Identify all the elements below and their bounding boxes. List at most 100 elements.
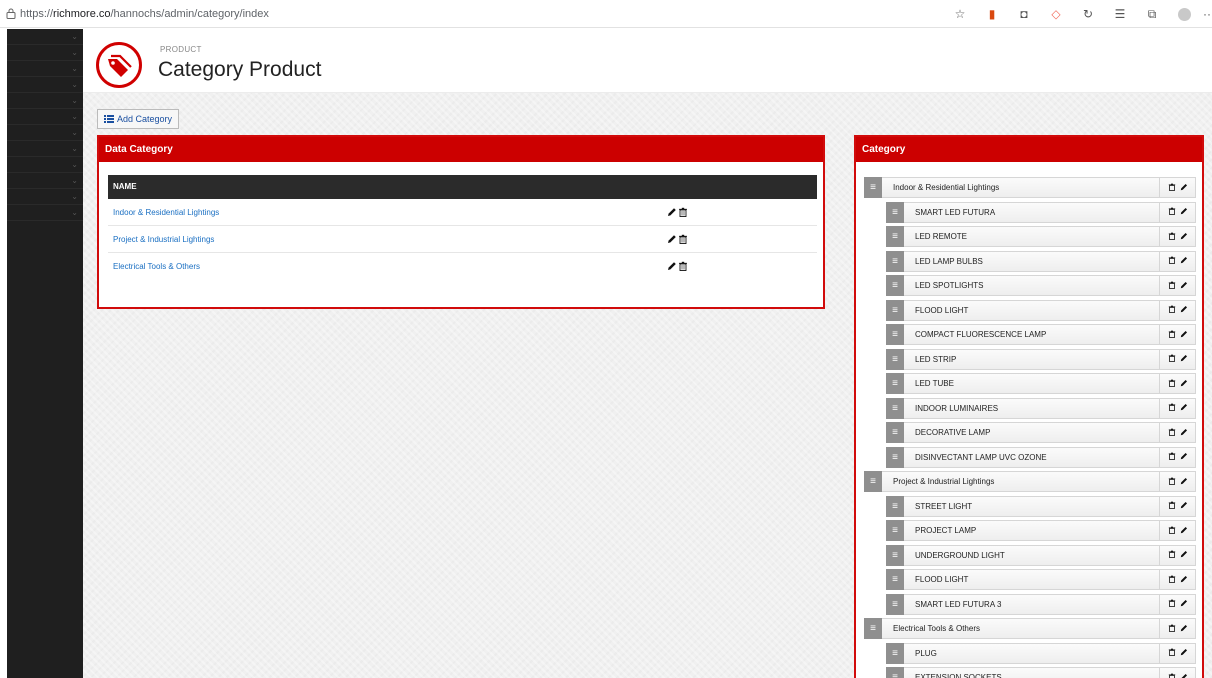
edit-icon[interactable] [1180,477,1188,487]
drag-handle-icon[interactable]: ≡ [886,226,904,247]
trash-icon[interactable] [678,261,688,271]
edit-icon[interactable] [1180,550,1188,560]
drag-handle-icon[interactable]: ≡ [864,177,882,198]
edit-icon[interactable] [667,234,677,244]
drag-handle-icon[interactable]: ≡ [864,618,882,639]
sidebar-item[interactable]: ⌄ [7,93,83,109]
drag-handle-icon[interactable]: ≡ [886,201,904,223]
trash-icon[interactable] [1168,648,1176,658]
edit-icon[interactable] [1180,673,1188,678]
tree-child-node[interactable]: ≡ FLOOD LIGHT [886,299,1196,321]
trash-icon[interactable] [1168,305,1176,315]
sidebar-item[interactable]: ⌄ [7,173,83,189]
sidebar-item[interactable]: ⌄ [7,189,83,205]
tree-child-node[interactable]: ≡ LED LAMP BULBS [886,250,1196,272]
drag-handle-icon[interactable]: ≡ [886,324,904,345]
trash-icon[interactable] [1168,624,1176,634]
sidebar-item[interactable]: ⌄ [7,157,83,173]
trash-icon[interactable] [1168,599,1176,609]
category-link[interactable]: Indoor & Residential Lightings [113,199,219,226]
edit-icon[interactable] [1180,648,1188,658]
trash-icon[interactable] [1168,550,1176,560]
drag-handle-icon[interactable]: ≡ [886,373,904,394]
tree-child-node[interactable]: ≡ SMART LED FUTURA [886,201,1196,223]
trash-icon[interactable] [1168,526,1176,536]
sidebar-item[interactable]: ⌄ [7,125,83,141]
trash-icon[interactable] [1168,232,1176,242]
drag-handle-icon[interactable]: ≡ [886,569,904,590]
drag-handle-icon[interactable]: ≡ [886,520,904,541]
trash-icon[interactable] [1168,501,1176,511]
more-menu-icon[interactable]: ·· [1202,4,1212,24]
profile-avatar-icon[interactable] [1174,4,1194,24]
tree-parent-node[interactable]: ≡ Project & Industrial Lightings [864,471,1196,492]
edit-icon[interactable] [1180,403,1188,413]
tree-child-node[interactable]: ≡ EXTENSION SOCKETS [886,667,1196,678]
category-link[interactable]: Project & Industrial Lightings [113,226,214,253]
trash-icon[interactable] [1168,281,1176,291]
edit-icon[interactable] [1180,575,1188,585]
drag-handle-icon[interactable]: ≡ [886,250,904,272]
drag-handle-icon[interactable]: ≡ [886,422,904,443]
trash-icon[interactable] [1168,428,1176,438]
drag-handle-icon[interactable]: ≡ [886,275,904,296]
trash-icon[interactable] [1168,575,1176,585]
collections-icon[interactable]: ⧉ [1142,4,1162,24]
tree-child-node[interactable]: ≡ INDOOR LUMINAIRES [886,397,1196,419]
tree-child-node[interactable]: ≡ PLUG [886,642,1196,664]
url-field[interactable]: https://richmore.co/hannochs/admin/categ… [20,8,269,20]
tree-child-node[interactable]: ≡ SMART LED FUTURA 3 [886,593,1196,615]
tree-child-node[interactable]: ≡ COMPACT FLUORESCENCE LAMP [886,324,1196,345]
edit-icon[interactable] [1180,256,1188,266]
trash-icon[interactable] [1168,379,1176,389]
tree-child-node[interactable]: ≡ LED TUBE [886,373,1196,394]
edit-icon[interactable] [1180,232,1188,242]
trash-icon[interactable] [1168,354,1176,364]
tree-child-node[interactable]: ≡ LED REMOTE [886,226,1196,247]
drag-handle-icon[interactable]: ≡ [886,544,904,566]
extension-icon[interactable]: ▮ [982,4,1002,24]
trash-icon[interactable] [1168,673,1176,678]
drag-handle-icon[interactable]: ≡ [886,299,904,321]
drag-handle-icon[interactable]: ≡ [886,397,904,419]
trash-icon[interactable] [1168,477,1176,487]
edit-icon[interactable] [1180,599,1188,609]
trash-icon[interactable] [1168,256,1176,266]
trash-icon[interactable] [678,207,688,217]
category-link[interactable]: Electrical Tools & Others [113,253,200,280]
edit-icon[interactable] [1180,379,1188,389]
extension-square-icon[interactable]: ◘ [1014,4,1034,24]
edit-icon[interactable] [1180,305,1188,315]
drag-handle-icon[interactable]: ≡ [864,471,882,492]
tree-child-node[interactable]: ≡ LED STRIP [886,348,1196,370]
drag-handle-icon[interactable]: ≡ [886,642,904,664]
tree-child-node[interactable]: ≡ FLOOD LIGHT [886,569,1196,590]
edit-icon[interactable] [1180,207,1188,217]
sidebar-item[interactable]: ⌄ [7,109,83,125]
tree-child-node[interactable]: ≡ PROJECT LAMP [886,520,1196,541]
sidebar-item[interactable]: ⌄ [7,141,83,157]
edit-icon[interactable] [1180,526,1188,536]
tree-child-node[interactable]: ≡ UNDERGROUND LIGHT [886,544,1196,566]
edit-icon[interactable] [1180,183,1188,193]
sidebar-item[interactable]: ⌄ [7,61,83,77]
refresh-extension-icon[interactable]: ↻ [1078,4,1098,24]
edit-icon[interactable] [1180,281,1188,291]
trash-icon[interactable] [1168,207,1176,217]
edit-icon[interactable] [1180,452,1188,462]
tree-child-node[interactable]: ≡ LED SPOTLIGHTS [886,275,1196,296]
trash-icon[interactable] [1168,330,1176,340]
sidebar-item[interactable]: ⌄ [7,205,83,221]
tree-parent-node[interactable]: ≡ Electrical Tools & Others [864,618,1196,639]
trash-icon[interactable] [1168,183,1176,193]
edit-icon[interactable] [1180,501,1188,511]
favorite-star-icon[interactable]: ☆ [950,4,970,24]
edit-icon[interactable] [1180,428,1188,438]
trash-icon[interactable] [678,234,688,244]
sidebar-item[interactable]: ⌄ [7,77,83,93]
edit-icon[interactable] [1180,330,1188,340]
drag-handle-icon[interactable]: ≡ [886,495,904,517]
drag-handle-icon[interactable]: ≡ [886,348,904,370]
favorites-list-icon[interactable]: ☰ [1110,4,1130,24]
edit-icon[interactable] [1180,624,1188,634]
